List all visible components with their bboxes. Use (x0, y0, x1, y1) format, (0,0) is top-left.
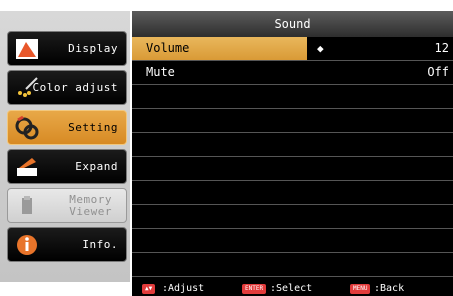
volume-value: 12 (434, 41, 449, 55)
adjust-key-icon: ▲▼ (142, 284, 156, 294)
row-label: Mute (146, 65, 175, 79)
info-icon (17, 235, 37, 255)
empty-row (132, 109, 453, 133)
back-hint: :Back (374, 283, 405, 294)
select-hint: :Select (270, 283, 313, 294)
sidebar-item-label: Setting (68, 121, 118, 134)
sidebar-item-info[interactable]: Info. (7, 227, 127, 262)
row-label: Volume (146, 41, 190, 55)
menu-key-icon: MENU (350, 284, 371, 294)
help-footer: ▲▼ :Adjust ENTER :Select MENU :Back (132, 282, 453, 296)
enter-key-icon: ENTER (242, 284, 267, 294)
sidebar-item-label: Display (68, 42, 118, 55)
empty-row (132, 229, 453, 253)
sidebar-item-display[interactable]: Display (7, 31, 127, 66)
menu-row-mute[interactable]: Mute Off (132, 61, 453, 85)
empty-row (132, 133, 453, 157)
mute-value: Off (427, 65, 449, 79)
sidebar-item-memory-viewer[interactable]: Memory Viewer (7, 188, 127, 223)
menu-row-volume[interactable]: Volume ◆ 12 (132, 37, 453, 61)
adjust-arrows-icon: ◆ (317, 42, 324, 55)
setting-icon (15, 115, 39, 140)
adjust-hint: :Adjust (162, 283, 205, 294)
expand-icon (17, 158, 37, 176)
sidebar-item-color-adjust[interactable]: Color adjust (7, 70, 127, 105)
empty-row (132, 205, 453, 229)
panel-title: Sound (132, 11, 453, 38)
sidebar-item-setting[interactable]: Setting (7, 110, 127, 145)
sidebar-item-label: Color adjust (32, 81, 118, 94)
sidebar: Display Color adjust Setting Expand Memo… (0, 11, 130, 282)
sidebar-item-label: Expand (75, 160, 118, 173)
sidebar-item-label: Info. (82, 238, 118, 251)
display-icon (16, 39, 38, 59)
memory-viewer-icon (22, 196, 32, 214)
sidebar-item-label: Memory Viewer (69, 193, 112, 218)
empty-row (132, 85, 453, 109)
empty-row (132, 253, 453, 277)
sidebar-item-expand[interactable]: Expand (7, 149, 127, 184)
empty-row (132, 157, 453, 181)
sound-panel: Sound Volume ◆ 12 Mute Off (132, 11, 453, 282)
empty-row (132, 181, 453, 205)
volume-value-box[interactable]: ◆ 12 (307, 37, 453, 60)
